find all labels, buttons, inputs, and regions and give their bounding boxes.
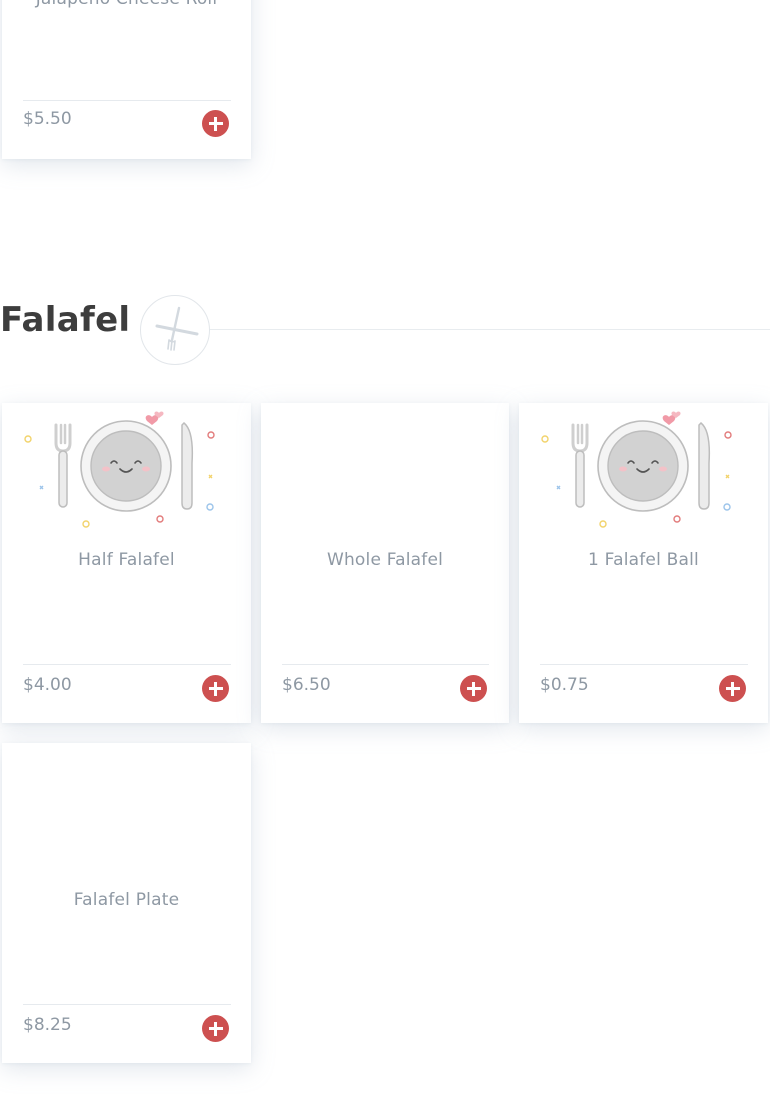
add-to-cart-button[interactable]	[202, 110, 229, 137]
card-divider	[23, 1004, 231, 1005]
section-title: Falafel	[0, 300, 131, 340]
add-to-cart-button[interactable]	[460, 675, 487, 702]
card-divider	[23, 100, 231, 101]
add-to-cart-button[interactable]	[202, 675, 229, 702]
item-name: Falafel Plate	[73, 890, 180, 910]
item-price: $8.25	[23, 1015, 72, 1035]
plate-placeholder-illustration	[2, 403, 251, 533]
fork-knife-icon	[140, 295, 210, 365]
item-price: $6.50	[282, 675, 331, 695]
menu-item-card[interactable]: 1 Falafel Ball $0.75	[519, 403, 768, 723]
plate-placeholder-illustration	[519, 403, 768, 533]
add-to-cart-button[interactable]	[719, 675, 746, 702]
menu-item-card[interactable]: Half Falafel $4.00	[2, 403, 251, 723]
menu-page: Jalapeño Cheese Roll $5.50 Falafel	[0, 0, 770, 1098]
item-name: 1 Falafel Ball	[588, 550, 699, 570]
item-name: Half Falafel	[78, 550, 175, 570]
card-divider	[540, 664, 748, 665]
item-price: $4.00	[23, 675, 72, 695]
card-divider	[23, 664, 231, 665]
section-divider	[210, 329, 770, 330]
item-price: $0.75	[540, 675, 589, 695]
menu-item-card[interactable]: Jalapeño Cheese Roll $5.50	[2, 0, 251, 159]
menu-item-card[interactable]: Falafel Plate $8.25	[2, 743, 251, 1063]
add-to-cart-button[interactable]	[202, 1015, 229, 1042]
menu-item-card[interactable]: Whole Falafel $6.50	[261, 403, 509, 723]
item-name: Whole Falafel	[326, 550, 444, 570]
card-divider	[282, 664, 489, 665]
item-name: Jalapeño Cheese Roll	[2, 0, 251, 9]
item-price: $5.50	[23, 109, 72, 129]
